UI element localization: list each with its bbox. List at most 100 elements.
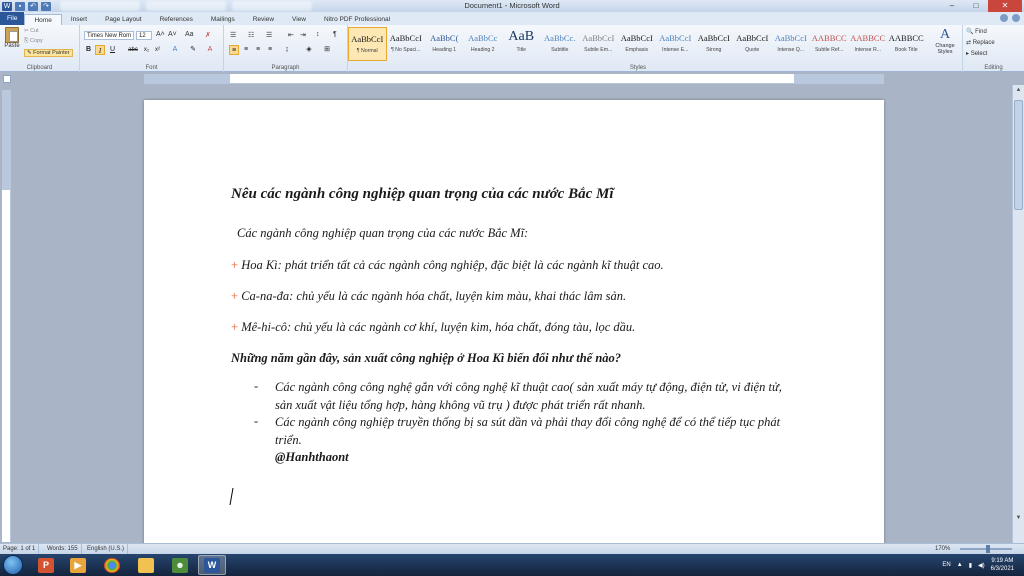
copy-button[interactable]: ⎘ Copy: [24, 38, 43, 45]
tab-selector[interactable]: [3, 75, 11, 83]
grow-font-icon[interactable]: A˄: [156, 31, 165, 38]
style-item[interactable]: AaBbCcI Quote: [733, 27, 772, 61]
find-button[interactable]: 🔍 Find: [966, 28, 987, 35]
plus-icon: +: [231, 258, 239, 272]
strikethrough-button[interactable]: abc: [126, 45, 140, 55]
font-color-icon[interactable]: A: [205, 45, 215, 55]
taskbar-media-player[interactable]: ▶: [64, 555, 92, 575]
word-icon: W: [204, 557, 220, 573]
taskbar-chrome[interactable]: [98, 555, 126, 575]
paste-button[interactable]: Paste: [3, 27, 21, 53]
language-indicator-tray[interactable]: EN: [942, 562, 950, 568]
style-item[interactable]: AaBbCcI ¶ No Spaci...: [387, 27, 426, 61]
help-icon[interactable]: [1012, 14, 1020, 22]
style-item[interactable]: AaB Title: [502, 27, 541, 61]
style-item[interactable]: AaBbCcI Strong: [695, 27, 734, 61]
tab-home[interactable]: Home: [24, 14, 62, 25]
align-left-button[interactable]: ≡: [229, 45, 239, 55]
style-item[interactable]: AABBCC Book Title: [887, 27, 926, 61]
style-item[interactable]: AABBCC Intense R...: [849, 27, 888, 61]
taskbar-word[interactable]: W: [198, 555, 226, 575]
tab-file[interactable]: File: [0, 12, 25, 25]
style-item[interactable]: AaBbC(Heading 1: [425, 27, 464, 61]
taskbar-powerpoint[interactable]: P: [32, 555, 60, 575]
taskbar-game[interactable]: ☻: [166, 555, 194, 575]
style-item[interactable]: AABBCC Subtle Ref...: [810, 27, 849, 61]
superscript-button[interactable]: x²: [153, 45, 162, 55]
underline-button[interactable]: U: [108, 45, 117, 55]
minimize-ribbon-icon[interactable]: [1000, 14, 1008, 22]
clear-formatting-icon[interactable]: ✗: [205, 31, 211, 39]
change-styles-button[interactable]: A Change Styles: [932, 27, 958, 55]
tab-nitro-pdf[interactable]: Nitro PDF Professional: [315, 14, 399, 25]
network-icon[interactable]: ▮: [969, 562, 972, 569]
font-size-select[interactable]: 12: [136, 31, 152, 40]
tray-arrow-icon[interactable]: ▲: [957, 562, 963, 568]
style-sample: AaBbCcI: [659, 33, 692, 43]
close-button[interactable]: ✕: [988, 0, 1022, 12]
document-page[interactable]: Nêu các ngành công nghiệp quan trọng của…: [144, 100, 884, 543]
scrollbar-thumb[interactable]: [1014, 100, 1023, 210]
maximize-button[interactable]: □: [964, 0, 988, 12]
align-center-button[interactable]: ≡: [241, 45, 251, 55]
taskbar-explorer[interactable]: [132, 555, 160, 575]
word-count[interactable]: Words: 155: [44, 544, 82, 554]
horizontal-ruler[interactable]: [144, 74, 884, 84]
numbering-icon[interactable]: ☷: [248, 31, 254, 39]
style-item[interactable]: AaBbCcI Subtle Em...: [579, 27, 618, 61]
subscript-button[interactable]: x₂: [142, 45, 151, 55]
page-count[interactable]: Page: 1 of 1: [0, 544, 40, 554]
text-effects-icon[interactable]: A: [170, 45, 180, 55]
multilevel-list-icon[interactable]: ☰: [266, 31, 272, 39]
tab-page-layout[interactable]: Page Layout: [96, 14, 151, 25]
borders-icon[interactable]: ⊞: [322, 45, 332, 55]
decrease-indent-icon[interactable]: ⇤: [288, 31, 294, 39]
align-right-button[interactable]: ≡: [253, 45, 263, 55]
style-item[interactable]: AaBbCc. Subtitle: [541, 27, 580, 61]
bold-button[interactable]: B: [84, 45, 93, 55]
volume-icon[interactable]: ◀): [978, 562, 985, 569]
italic-button[interactable]: I: [95, 45, 105, 55]
tab-insert[interactable]: Insert: [62, 14, 96, 25]
style-item[interactable]: AaBbCc Heading 2: [464, 27, 503, 61]
font-group-label: Font: [145, 65, 158, 71]
shrink-font-icon[interactable]: A˅: [168, 31, 177, 38]
zoom-level[interactable]: 170%: [932, 544, 953, 554]
minimize-button[interactable]: –: [940, 0, 964, 12]
font-name-select[interactable]: Times New Rom: [84, 31, 134, 40]
format-painter-button[interactable]: ✎ Format Painter: [24, 49, 73, 57]
style-item[interactable]: AaBbCcI Emphasis: [618, 27, 657, 61]
select-button[interactable]: ▸ Select: [966, 50, 987, 57]
change-case-icon[interactable]: Aa: [185, 31, 194, 38]
style-item[interactable]: AaBbCcI Intense Q...: [772, 27, 811, 61]
increase-indent-icon[interactable]: ⇥: [300, 31, 306, 39]
tab-review[interactable]: Review: [244, 14, 283, 25]
tab-references[interactable]: References: [151, 14, 202, 25]
style-item[interactable]: AaBbCcI ¶ Normal: [348, 27, 387, 61]
justify-button[interactable]: ≡: [265, 45, 275, 55]
sort-icon[interactable]: ↕: [316, 31, 320, 38]
shading-icon[interactable]: ◈: [304, 45, 314, 55]
dash-bullet: -: [254, 414, 259, 428]
start-button[interactable]: [3, 555, 23, 575]
language-indicator[interactable]: English (U.S.): [84, 544, 129, 554]
clock[interactable]: 9:19 AM 6/3/2021: [991, 557, 1014, 573]
cut-button[interactable]: ✂ Cut: [24, 28, 39, 34]
vertical-ruler[interactable]: [2, 90, 11, 542]
scroll-up-icon[interactable]: ▲: [1013, 85, 1024, 95]
highlight-icon[interactable]: ✎: [188, 45, 198, 55]
bullets-icon[interactable]: ☰: [230, 31, 236, 39]
style-item[interactable]: AaBbCcI Intense E...: [656, 27, 695, 61]
line-spacing-icon[interactable]: ↨: [282, 45, 292, 55]
tab-mailings[interactable]: Mailings: [202, 14, 244, 25]
show-formatting-icon[interactable]: ¶: [333, 31, 337, 38]
replace-button[interactable]: ⇄ Replace: [966, 39, 995, 46]
vertical-scrollbar[interactable]: ▲ ▼: [1012, 85, 1024, 543]
style-name: Subtle Em...: [584, 47, 613, 53]
tab-view[interactable]: View: [283, 14, 315, 25]
zoom-slider-handle[interactable]: [986, 545, 990, 553]
scroll-down-icon[interactable]: ▼: [1013, 513, 1024, 523]
change-styles-label: Change Styles: [935, 43, 955, 55]
clipboard-group: Paste ✂ Cut ⎘ Copy ✎ Format Painter Clip…: [0, 25, 80, 72]
style-name: Intense R...: [854, 47, 882, 53]
